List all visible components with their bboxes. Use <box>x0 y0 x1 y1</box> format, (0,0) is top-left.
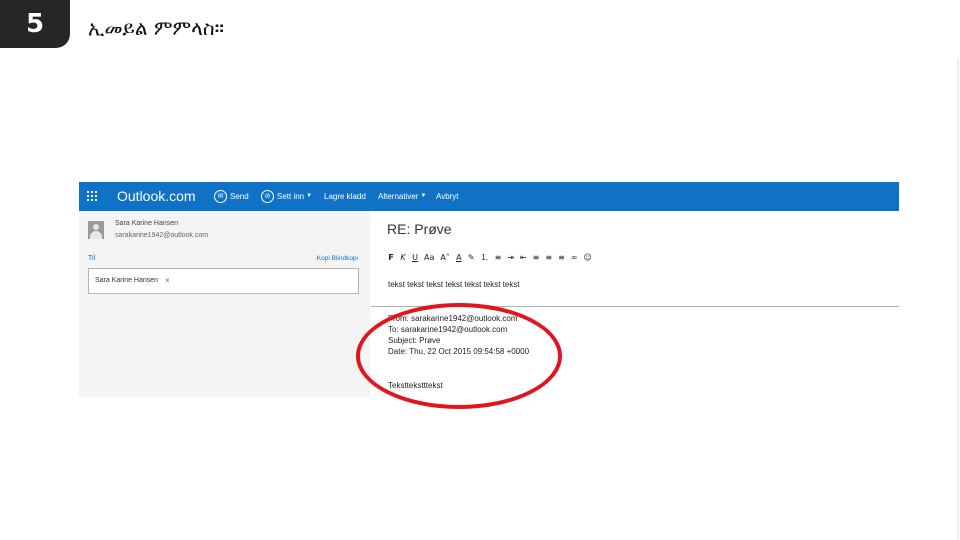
app-launcher-icon[interactable] <box>87 191 97 201</box>
italic-icon[interactable]: K <box>400 253 406 262</box>
save-draft-button[interactable]: Lagre kladd <box>324 187 366 205</box>
align-left-icon[interactable]: ≡ <box>533 253 540 262</box>
font-size-icon[interactable]: Aa <box>424 253 434 262</box>
send-label: Send <box>230 191 249 201</box>
chevron-down-icon: ▼ <box>306 193 313 199</box>
grow-font-icon[interactable]: A˄ <box>440 253 449 262</box>
link-icon[interactable]: ∞ <box>571 253 578 262</box>
sender-name: Sara Karine Hansen <box>115 220 179 227</box>
right-divider <box>957 58 959 540</box>
slide-title: ኢመይል ምምላስ። <box>88 16 224 40</box>
outlook-brand[interactable]: Outlook.com <box>117 188 196 204</box>
subject-field[interactable]: RE: Prøve <box>387 221 452 237</box>
save-draft-label: Lagre kladd <box>324 191 366 201</box>
compose-header-pane: Sara Karine Hansen sarakarine1942@outloo… <box>79 211 370 397</box>
message-body[interactable]: tekst tekst tekst tekst tekst tekst teks… <box>388 280 520 289</box>
cancel-button[interactable]: Avbryt <box>436 187 459 205</box>
align-center-icon[interactable]: ≡ <box>545 253 552 262</box>
cancel-label: Avbryt <box>436 191 459 201</box>
cc-bcc-links[interactable]: Kopi Blindkopi <box>317 255 358 262</box>
emoji-icon[interactable]: ☺ <box>583 253 591 262</box>
to-label[interactable]: Til <box>88 255 95 262</box>
insert-button[interactable]: ⊘ Sett inn ▼ <box>261 187 312 205</box>
sender-email: sarakarine1942@outlook.com <box>115 232 209 239</box>
indent-icon[interactable]: ⇥ <box>507 253 514 262</box>
numbered-list-icon[interactable]: ⒈ <box>481 252 489 263</box>
close-icon[interactable]: × <box>165 276 170 285</box>
slide-number: 5 <box>0 0 70 48</box>
bullet-list-icon[interactable]: ≡ <box>495 253 502 262</box>
options-label: Alternativer <box>378 191 419 201</box>
send-icon: ✉ <box>214 189 227 203</box>
attach-icon: ⊘ <box>261 189 274 203</box>
to-field[interactable]: Sara Karine Hansen × <box>88 268 359 294</box>
outlook-top-bar: Outlook.com ✉ Send ⊘ Sett inn ▼ Lagre kl… <box>79 182 899 211</box>
insert-label: Sett inn <box>277 191 305 201</box>
recipient-chip-label: Sara Karine Hansen <box>95 277 159 284</box>
outdent-icon[interactable]: ⇤ <box>520 253 527 262</box>
bold-icon[interactable]: F <box>388 253 394 262</box>
align-right-icon[interactable]: ≡ <box>558 253 565 262</box>
underline-icon[interactable]: U <box>412 253 418 262</box>
highlight-ellipse <box>356 303 562 409</box>
recipient-chip[interactable]: Sara Karine Hansen × <box>95 274 170 287</box>
options-button[interactable]: Alternativer ▼ <box>378 187 426 205</box>
highlight-icon[interactable]: ✎ <box>468 253 475 262</box>
chevron-down-icon: ▼ <box>420 193 427 199</box>
send-button[interactable]: ✉ Send <box>214 187 249 205</box>
slide-number-text: 5 <box>25 9 45 39</box>
formatting-toolbar: F K U Aa A˄ A ✎ ⒈ ≡ ⇥ ⇤ ≡ ≡ ≡ ∞ ☺ <box>388 252 592 263</box>
avatar <box>88 221 104 239</box>
font-color-icon[interactable]: A <box>456 253 462 262</box>
